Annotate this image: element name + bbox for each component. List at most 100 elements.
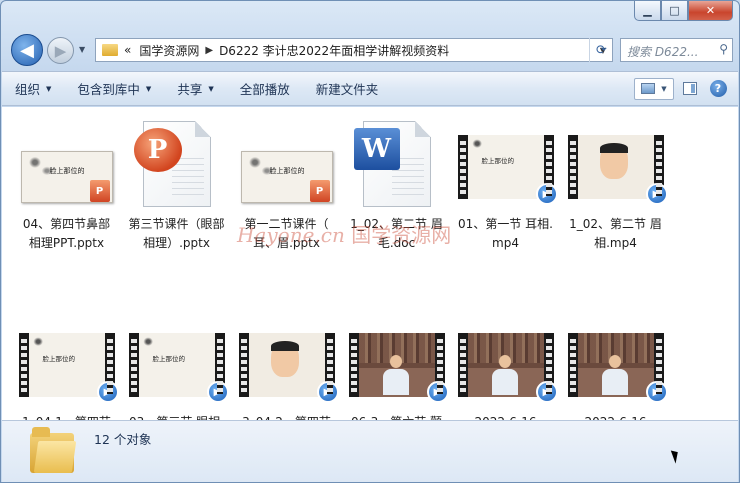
film-strip: ▶ bbox=[348, 333, 449, 403]
toolbar-right: ▼ ? bbox=[634, 77, 738, 100]
file-item[interactable]: W 1_02、第二节 眉毛.doc bbox=[344, 119, 449, 253]
preview-pane-button[interactable] bbox=[678, 78, 702, 100]
video-player-icon: ▶ bbox=[645, 183, 668, 205]
preview-pane-icon bbox=[683, 82, 697, 95]
video-frame: 脸上那位的 bbox=[467, 135, 544, 199]
video-player-icon: ▶ bbox=[426, 381, 449, 403]
help-icon: ? bbox=[709, 80, 727, 97]
search-input[interactable]: 搜索 D622... ⚲ bbox=[620, 38, 733, 62]
video-frame bbox=[577, 135, 654, 199]
film-strip: ▶ bbox=[457, 333, 558, 403]
file-name-line: 相理PPT.pptx bbox=[28, 236, 105, 250]
new-folder-label: 新建文件夹 bbox=[315, 82, 379, 97]
file-item[interactable]: ▶ 1_02、第二节 眉相.mp4 bbox=[563, 119, 668, 253]
file-thumbnail[interactable]: 脸上那位的 ▶ bbox=[453, 119, 558, 207]
video-player-icon: ▶ bbox=[316, 381, 339, 403]
video-frame bbox=[577, 333, 654, 397]
breadcrumb-root[interactable]: 国学资源网 bbox=[139, 42, 199, 59]
file-item[interactable]: 脸上那位的 ▶ 01、第一节 耳相. mp4 bbox=[453, 119, 558, 253]
file-name-line: mp4 bbox=[492, 236, 519, 250]
help-button[interactable]: ? bbox=[706, 78, 730, 100]
back-button[interactable]: ◀ bbox=[11, 34, 43, 66]
organize-button[interactable]: 组织 ▼ bbox=[2, 72, 64, 105]
lecturer-figure bbox=[601, 355, 628, 395]
file-thumbnail[interactable]: 脸上那位的 P bbox=[14, 119, 119, 207]
word-icon: W bbox=[353, 128, 400, 170]
powerpoint-icon: P bbox=[133, 128, 182, 172]
refresh-icon: ⟳ bbox=[596, 42, 607, 58]
address-prefix[interactable]: « bbox=[124, 43, 131, 57]
slide-title: 脸上那位的 bbox=[269, 167, 305, 175]
file-name[interactable]: 01、第一节 耳相. mp4 bbox=[453, 215, 558, 253]
file-name[interactable]: 第三节课件（眼部 相理）.pptx bbox=[124, 215, 229, 253]
breadcrumb-separator-icon[interactable]: ▶ bbox=[205, 45, 213, 56]
recent-pages-dropdown[interactable]: ▼ bbox=[79, 45, 85, 54]
file-item[interactable]: P 第三节课件（眼部 相理）.pptx bbox=[124, 119, 229, 253]
new-folder-button[interactable]: 新建文件夹 bbox=[303, 72, 392, 105]
slide-title: 脸上那位的 bbox=[152, 355, 186, 363]
powerpoint-icon: P bbox=[309, 180, 330, 202]
slide-preview: 脸上那位的 P bbox=[240, 151, 333, 203]
file-thumbnail[interactable]: ▶ bbox=[234, 317, 339, 405]
refresh-button[interactable]: ⟳ bbox=[589, 38, 613, 62]
forward-button[interactable]: ▶ bbox=[47, 37, 74, 64]
caption-buttons: ▁ □ ✕ bbox=[634, 1, 733, 21]
folder-icon bbox=[30, 427, 77, 473]
file-item[interactable]: 脸上那位的 P 第一二节课件（ 耳、眉.pptx bbox=[234, 119, 339, 253]
file-name[interactable]: 第一二节课件（ 耳、眉.pptx bbox=[234, 215, 339, 253]
address-bar[interactable]: « 国学资源网 ▶ D6222 李计忠2022年面相学讲解视频资料 ▼ bbox=[95, 38, 613, 62]
status-bar: 12 个对象 bbox=[2, 420, 738, 482]
file-name[interactable]: 1_02、第二节 眉相.mp4 bbox=[563, 215, 668, 253]
video-frame bbox=[358, 333, 435, 397]
maximize-button[interactable]: □ bbox=[661, 1, 688, 21]
file-thumbnail[interactable]: 脸上那位的 ▶ bbox=[14, 317, 119, 405]
film-strip: 脸上那位的 ▶ bbox=[18, 333, 119, 403]
video-frame bbox=[248, 333, 325, 397]
file-name[interactable]: 1_02、第二节 眉毛.doc bbox=[344, 215, 449, 253]
file-name-line: 1_02、第二节 眉 bbox=[350, 217, 443, 231]
play-all-button[interactable]: 全部播放 bbox=[227, 72, 303, 105]
video-player-icon: ▶ bbox=[645, 381, 668, 403]
chevron-down-icon: ▼ bbox=[208, 84, 214, 93]
arrow-right-icon: ▶ bbox=[54, 41, 67, 60]
search-placeholder: 搜索 D622... bbox=[627, 45, 699, 59]
film-strip: ▶ bbox=[567, 135, 668, 205]
file-name-line: 耳、眉.pptx bbox=[253, 236, 320, 250]
film-strip: 脸上那位的 ▶ bbox=[128, 333, 229, 403]
close-button[interactable]: ✕ bbox=[688, 1, 733, 21]
file-name-line: 01、第一节 耳相. bbox=[458, 217, 553, 231]
slide-title: 脸上那位的 bbox=[481, 157, 515, 165]
minimize-button[interactable]: ▁ bbox=[634, 1, 661, 21]
film-strip: ▶ bbox=[238, 333, 339, 403]
breadcrumb-current[interactable]: D6222 李计忠2022年面相学讲解视频资料 bbox=[219, 42, 449, 59]
file-thumbnail[interactable]: W bbox=[344, 119, 449, 207]
include-library-button[interactable]: 包含到库中 ▼ bbox=[64, 72, 164, 105]
file-name-line: 相.mp4 bbox=[594, 236, 637, 250]
file-thumbnail[interactable]: ▶ bbox=[563, 119, 668, 207]
slide-title: 脸上那位的 bbox=[49, 167, 85, 175]
explorer-window: ▁ □ ✕ ◀ ▶ ▼ « 国学资源网 ▶ D6222 李计忠2022年面相学讲… bbox=[0, 0, 740, 483]
video-player-icon: ▶ bbox=[535, 381, 558, 403]
face-illustration bbox=[599, 143, 628, 179]
item-count: 12 个对象 bbox=[94, 432, 152, 447]
file-thumbnail[interactable]: 脸上那位的 ▶ bbox=[124, 317, 229, 405]
film-strip: ▶ bbox=[567, 333, 668, 403]
file-thumbnail[interactable]: ▶ bbox=[453, 317, 558, 405]
file-thumbnail[interactable]: ▶ bbox=[344, 317, 449, 405]
file-name-line: 1_02、第二节 眉 bbox=[569, 217, 662, 231]
search-icon[interactable]: ⚲ bbox=[719, 42, 728, 56]
file-thumbnail[interactable]: ▶ bbox=[563, 317, 668, 405]
command-bar: 组织 ▼ 包含到库中 ▼ 共享 ▼ 全部播放 新建文件夹 ▼ ? bbox=[2, 71, 738, 106]
lecturer-figure bbox=[382, 355, 409, 395]
video-player-icon: ▶ bbox=[206, 381, 229, 403]
file-item[interactable]: 脸上那位的 P 04、第四节鼻部 相理PPT.pptx bbox=[14, 119, 119, 253]
file-thumbnail[interactable]: P bbox=[124, 119, 229, 207]
file-thumbnail[interactable]: 脸上那位的 P bbox=[234, 119, 339, 207]
file-name-line: 毛.doc bbox=[377, 236, 416, 250]
file-name[interactable]: 04、第四节鼻部 相理PPT.pptx bbox=[14, 215, 119, 253]
file-list: 脸上那位的 P 04、第四节鼻部 相理PPT.pptx P 第三节课件（眼部 相理）.ppt… bbox=[2, 107, 738, 448]
share-button[interactable]: 共享 ▼ bbox=[164, 72, 226, 105]
face-illustration bbox=[270, 341, 299, 377]
change-view-button[interactable]: ▼ bbox=[634, 77, 674, 100]
film-strip: 脸上那位的 ▶ bbox=[457, 135, 558, 205]
